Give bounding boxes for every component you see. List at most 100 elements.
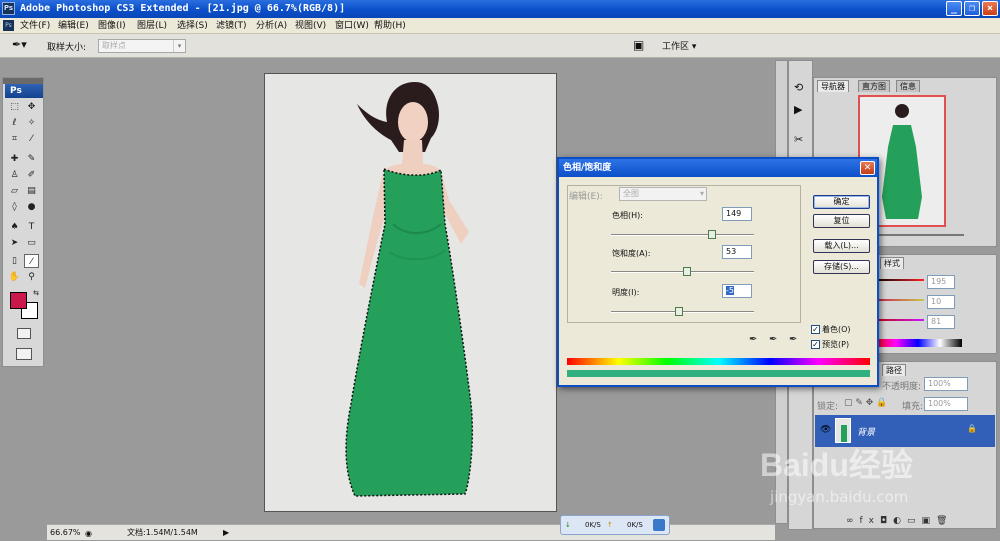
foreground-color-swatch[interactable]: [10, 292, 27, 309]
sample-size-select[interactable]: 取样点 ▾: [98, 39, 186, 53]
screen-mode-button[interactable]: [16, 348, 32, 360]
crop-tool-icon[interactable]: ⌗: [7, 132, 22, 146]
visibility-eye-icon[interactable]: 👁: [820, 425, 831, 435]
status-info-icon[interactable]: ◉: [85, 526, 92, 541]
lasso-tool-icon[interactable]: ℓ: [7, 116, 22, 130]
stamp-tool-icon[interactable]: ♙: [7, 168, 22, 182]
menu-analysis[interactable]: 分析(A): [256, 18, 287, 34]
tab-info[interactable]: 信息: [896, 80, 920, 92]
check-icon: ✓: [811, 340, 820, 349]
fill-field[interactable]: 100%: [924, 397, 968, 411]
dodge-tool-icon[interactable]: ●: [24, 200, 39, 214]
hue-input[interactable]: 149: [722, 207, 752, 221]
save-button[interactable]: 存储(S)...: [813, 260, 870, 274]
load-button[interactable]: 载入(L)...: [813, 239, 870, 253]
document-canvas[interactable]: [264, 73, 557, 512]
opacity-field[interactable]: 100%: [924, 377, 968, 391]
tab-navigator[interactable]: 导航器: [817, 80, 849, 92]
menu-image[interactable]: 图像(I): [98, 18, 126, 34]
menu-layer[interactable]: 图层(L): [137, 18, 167, 34]
marquee-tool-icon[interactable]: ⬚: [7, 100, 22, 114]
dialog-close-icon[interactable]: ✕: [860, 161, 875, 175]
menu-filter[interactable]: 滤镜(T): [216, 18, 247, 34]
menu-view[interactable]: 视图(V): [295, 18, 326, 34]
saturation-slider-thumb[interactable]: [682, 267, 691, 276]
eyedropper-icon[interactable]: ✒: [749, 334, 757, 345]
menu-edit[interactable]: 编辑(E): [58, 18, 89, 34]
healing-brush-icon[interactable]: ✚: [7, 152, 22, 166]
history-panel-icon[interactable]: ⟲: [794, 81, 803, 94]
toolbox: Ps ⬚ ✥ ℓ ✧ ⌗ ⁄ ✚ ✎ ♙ ✐ ▱ ▤ ◊ ● ♠ T ➤ ▭ ▯…: [2, 77, 44, 367]
colorize-checkbox[interactable]: ✓ 着色(O): [811, 324, 851, 335]
menu-window[interactable]: 窗口(W): [335, 18, 369, 34]
notes-tool-icon[interactable]: ▯: [7, 254, 22, 268]
palette-well-icon[interactable]: ▣: [633, 38, 644, 52]
tab-paths[interactable]: 路径: [882, 364, 906, 376]
blur-tool-icon[interactable]: ◊: [7, 200, 22, 214]
lock-icons[interactable]: ▢ ✎ ✥ 🔒: [844, 398, 887, 408]
reset-button[interactable]: 复位: [813, 214, 870, 228]
saturation-input[interactable]: 53: [722, 245, 752, 259]
zoom-tool-icon[interactable]: ⚲: [24, 270, 39, 284]
green-value[interactable]: 10: [927, 295, 955, 309]
ps-menu-icon[interactable]: Ps: [3, 20, 14, 31]
dialog-title[interactable]: 色相/饱和度: [559, 159, 877, 177]
actions-panel-icon[interactable]: ▶: [794, 103, 802, 116]
shape-tool-icon[interactable]: ▭: [24, 236, 39, 250]
ok-button[interactable]: 确定: [813, 195, 870, 209]
zoom-level[interactable]: 66.67%: [50, 525, 81, 540]
type-tool-icon[interactable]: T: [24, 220, 39, 234]
move-tool-icon[interactable]: ✥: [24, 100, 39, 114]
photo-image: [265, 74, 556, 511]
blue-slider[interactable]: [874, 319, 924, 321]
menu-help[interactable]: 帮助(H): [374, 18, 406, 34]
tool-presets-icon[interactable]: ✂: [794, 133, 803, 146]
edit-label: 编辑(E):: [569, 192, 603, 202]
tab-histogram[interactable]: 直方图: [858, 80, 890, 92]
quick-mask-button[interactable]: [17, 328, 31, 339]
close-button[interactable]: ×: [982, 1, 998, 16]
red-slider[interactable]: [874, 279, 924, 281]
hue-slider-track[interactable]: [611, 234, 754, 236]
slice-tool-icon[interactable]: ⁄: [24, 132, 39, 146]
hue-saturation-dialog: 色相/饱和度 ✕ 编辑(E): 全图 ▾ 色相(H): 149 饱和度(A): 5…: [557, 157, 879, 387]
preview-checkbox[interactable]: ✓ 预览(P): [811, 339, 849, 350]
swap-colors-icon[interactable]: ⇆: [31, 286, 41, 300]
layer-footer-icons[interactable]: ∞fx◘◐▭▣🗑: [846, 516, 953, 526]
adjust-group: [567, 185, 801, 323]
hand-tool-icon[interactable]: ✋: [7, 270, 22, 284]
network-app-icon[interactable]: [653, 519, 665, 531]
magic-wand-icon[interactable]: ✧: [24, 116, 39, 130]
brush-tool-icon[interactable]: ✎: [24, 152, 39, 166]
minimize-button[interactable]: _: [946, 1, 962, 16]
eyedropper-tool-icon[interactable]: ✒▾: [12, 38, 27, 51]
tab-styles[interactable]: 样式: [880, 257, 904, 269]
upload-speed: 0K/S: [627, 521, 643, 529]
eyedropper-icon[interactable]: ⁄: [24, 254, 39, 268]
pen-tool-icon[interactable]: ♠: [7, 220, 22, 234]
lightness-slider-thumb[interactable]: [674, 307, 683, 316]
restore-button[interactable]: ❐: [964, 1, 980, 16]
path-select-icon[interactable]: ➤: [7, 236, 22, 250]
menu-select[interactable]: 选择(S): [177, 18, 208, 34]
saturation-label: 饱和度(A):: [612, 249, 651, 258]
lightness-input[interactable]: -5: [722, 284, 752, 298]
history-brush-icon[interactable]: ✐: [24, 168, 39, 182]
eyedropper-add-icon[interactable]: ✒: [769, 334, 777, 345]
hue-slider-thumb[interactable]: [708, 230, 717, 239]
opacity-label: 不透明度:: [882, 382, 922, 392]
chevron-down-icon: ▾: [699, 189, 704, 198]
green-slider[interactable]: [874, 299, 924, 301]
status-arrow-icon[interactable]: ▶: [223, 525, 229, 540]
eyedropper-subtract-icon[interactable]: ✒: [789, 334, 797, 345]
color-ramp[interactable]: [874, 339, 962, 347]
workspace-button[interactable]: 工作区 ▾: [662, 39, 696, 52]
edit-select-value: 全图: [623, 189, 639, 198]
eraser-tool-icon[interactable]: ▱: [7, 184, 22, 198]
menu-file[interactable]: 文件(F): [20, 18, 50, 34]
red-value[interactable]: 195: [927, 275, 955, 289]
edit-select[interactable]: 全图 ▾: [619, 187, 707, 201]
gradient-tool-icon[interactable]: ▤: [24, 184, 39, 198]
download-arrow-icon: ↓: [565, 521, 571, 529]
blue-value[interactable]: 81: [927, 315, 955, 329]
